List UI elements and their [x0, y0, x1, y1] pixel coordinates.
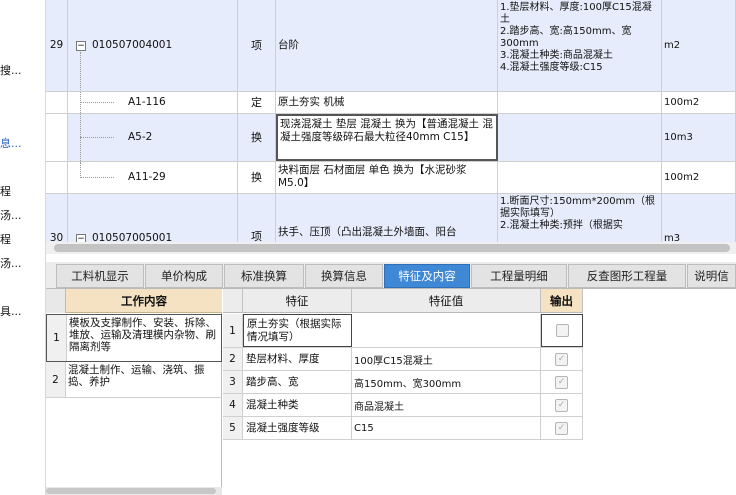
table-row[interactable]: 5 混凝土强度等级 C15 ✓	[223, 417, 583, 440]
table-row[interactable]: 3 踏步高、宽 高150mm、宽300mm ✓	[223, 371, 583, 394]
feature-value-column-header: 特征值	[352, 289, 541, 313]
output-checkbox[interactable]: ✓	[555, 375, 568, 389]
item-type: 换	[238, 162, 276, 193]
left-fragment: 汤...	[0, 257, 22, 270]
item-unit: 10m3	[662, 114, 736, 161]
list-item[interactable]: 2 混凝土制作、运输、浇筑、振捣、养护	[46, 362, 222, 398]
left-fragment: 程	[0, 233, 11, 246]
item-feature	[498, 114, 662, 161]
tab-description[interactable]: 说明信	[687, 264, 736, 288]
item-feature: 1.垫层材料、厚度:100厚C15混凝土 2.踏步高、宽:高150mm、宽300…	[498, 0, 662, 91]
item-code: A11-29	[128, 171, 166, 183]
left-fragment: 程	[0, 185, 11, 198]
table-row[interactable]: 2 垫层材料、厚度 100厚C15混凝土 ✓	[223, 348, 583, 371]
work-content-pane: 工作内容 1 模板及支撑制作、安装、拆除、堆放、运输及清理模内杂物、刷隔离剂等 …	[46, 289, 222, 495]
output-checkbox[interactable]: ✓	[555, 421, 568, 435]
tree-line	[80, 102, 114, 103]
feature-column-header: 特征	[243, 289, 352, 313]
tree-line	[80, 177, 114, 178]
item-name: 扶手、压顶（凸出混凝土外墙面、阳台	[276, 194, 498, 242]
work-content-header: 工作内容	[46, 289, 222, 313]
item-code: A1-116	[128, 96, 166, 108]
tab-unit-price[interactable]: 单价构成	[145, 264, 223, 288]
output-checkbox[interactable]: ✓	[555, 352, 568, 366]
detail-tab-bar: 工料机显示 单价构成 标准换算 换算信息 特征及内容 工程量明细 反查图形工程量…	[46, 262, 736, 289]
output-checkbox[interactable]: ✓	[555, 398, 568, 412]
left-fragment: 汤...	[0, 209, 22, 222]
table-row[interactable]: 29 − 010507004001 项 台阶 1.垫层材料、厚度:100厚C15…	[46, 0, 736, 92]
left-fragment: 具...	[0, 305, 22, 318]
main-grid: 29 − 010507004001 项 台阶 1.垫层材料、厚度:100厚C15…	[46, 0, 736, 242]
table-row[interactable]: 1 原土夯实（根据实际情况填写）	[223, 314, 583, 348]
item-type: 项	[238, 0, 276, 91]
table-row[interactable]: A1-116 定 原土夯实 机械 100m2	[46, 92, 736, 114]
table-row[interactable]: 30 − 010507005001 项 扶手、压顶（凸出混凝土外墙面、阳台 1.…	[46, 194, 736, 242]
item-type: 换	[238, 114, 276, 161]
tab-labor-material[interactable]: 工料机显示	[56, 264, 144, 288]
row-number: 29	[46, 0, 68, 91]
item-unit: 100m2	[662, 162, 736, 193]
tree-line	[80, 137, 114, 138]
output-checkbox[interactable]	[555, 324, 569, 337]
item-unit: m2	[662, 0, 736, 91]
item-feature	[498, 92, 662, 113]
item-unit: m3	[662, 194, 736, 242]
item-unit: 100m2	[662, 92, 736, 113]
collapse-toggle-icon[interactable]: −	[76, 234, 86, 242]
horizontal-scrollbar[interactable]	[46, 242, 736, 254]
tab-standard-conversion[interactable]: 标准换算	[224, 264, 304, 288]
item-name[interactable]: 现浇混凝土 垫层 混凝土 换为【普通混凝土 混凝土强度等级碎石最大粒径40mm …	[276, 114, 498, 161]
item-code: A5-2	[128, 131, 153, 143]
scrollbar-thumb[interactable]	[46, 488, 216, 494]
item-code: 010507004001	[92, 39, 173, 51]
scrollbar-thumb[interactable]	[54, 244, 730, 252]
tree-line	[80, 52, 81, 91]
left-fragment[interactable]: 息...	[0, 135, 22, 151]
tab-quantity-details[interactable]: 工程量明细	[471, 264, 567, 288]
item-name: 块料面层 石材面层 单色 换为【水泥砂浆M5.0】	[276, 162, 498, 193]
tab-features-content[interactable]: 特征及内容	[384, 264, 470, 288]
item-feature: 1.断面尺寸:150mm*200mm（根据实际填写） 2.混凝土种类:预拌（根据…	[498, 194, 662, 242]
left-fragment: 搜...	[0, 64, 22, 77]
item-code: 010507005001	[92, 232, 173, 242]
table-row[interactable]: 4 混凝土种类 商品混凝土 ✓	[223, 394, 583, 417]
tab-conversion-info[interactable]: 换算信息	[305, 264, 383, 288]
item-type: 项	[238, 194, 276, 242]
table-row[interactable]: A11-29 换 块料面层 石材面层 单色 换为【水泥砂浆M5.0】 100m2	[46, 162, 736, 194]
tree-line	[80, 162, 81, 178]
output-column-header: 输出	[541, 289, 583, 313]
feature-table: 特征 特征值 输出 1 原土夯实（根据实际情况填写） 2 垫层材料、厚度 100…	[223, 289, 583, 441]
item-name: 台阶	[276, 0, 498, 91]
collapse-toggle-icon[interactable]: −	[76, 41, 86, 51]
row-number: 30	[46, 194, 68, 242]
table-row[interactable]: A5-2 换 现浇混凝土 垫层 混凝土 换为【普通混凝土 混凝土强度等级碎石最大…	[46, 114, 736, 162]
list-item[interactable]: 1 模板及支撑制作、安装、拆除、堆放、运输及清理模内杂物、刷隔离剂等	[46, 314, 222, 362]
item-type: 定	[238, 92, 276, 113]
item-name: 原土夯实 机械	[276, 92, 498, 113]
tab-reverse-lookup[interactable]: 反查图形工程量	[568, 264, 686, 288]
item-feature	[498, 162, 662, 193]
left-pane: 搜... 息... 程 汤... 程 汤... 具...	[0, 0, 46, 495]
horizontal-scrollbar[interactable]	[46, 487, 222, 495]
